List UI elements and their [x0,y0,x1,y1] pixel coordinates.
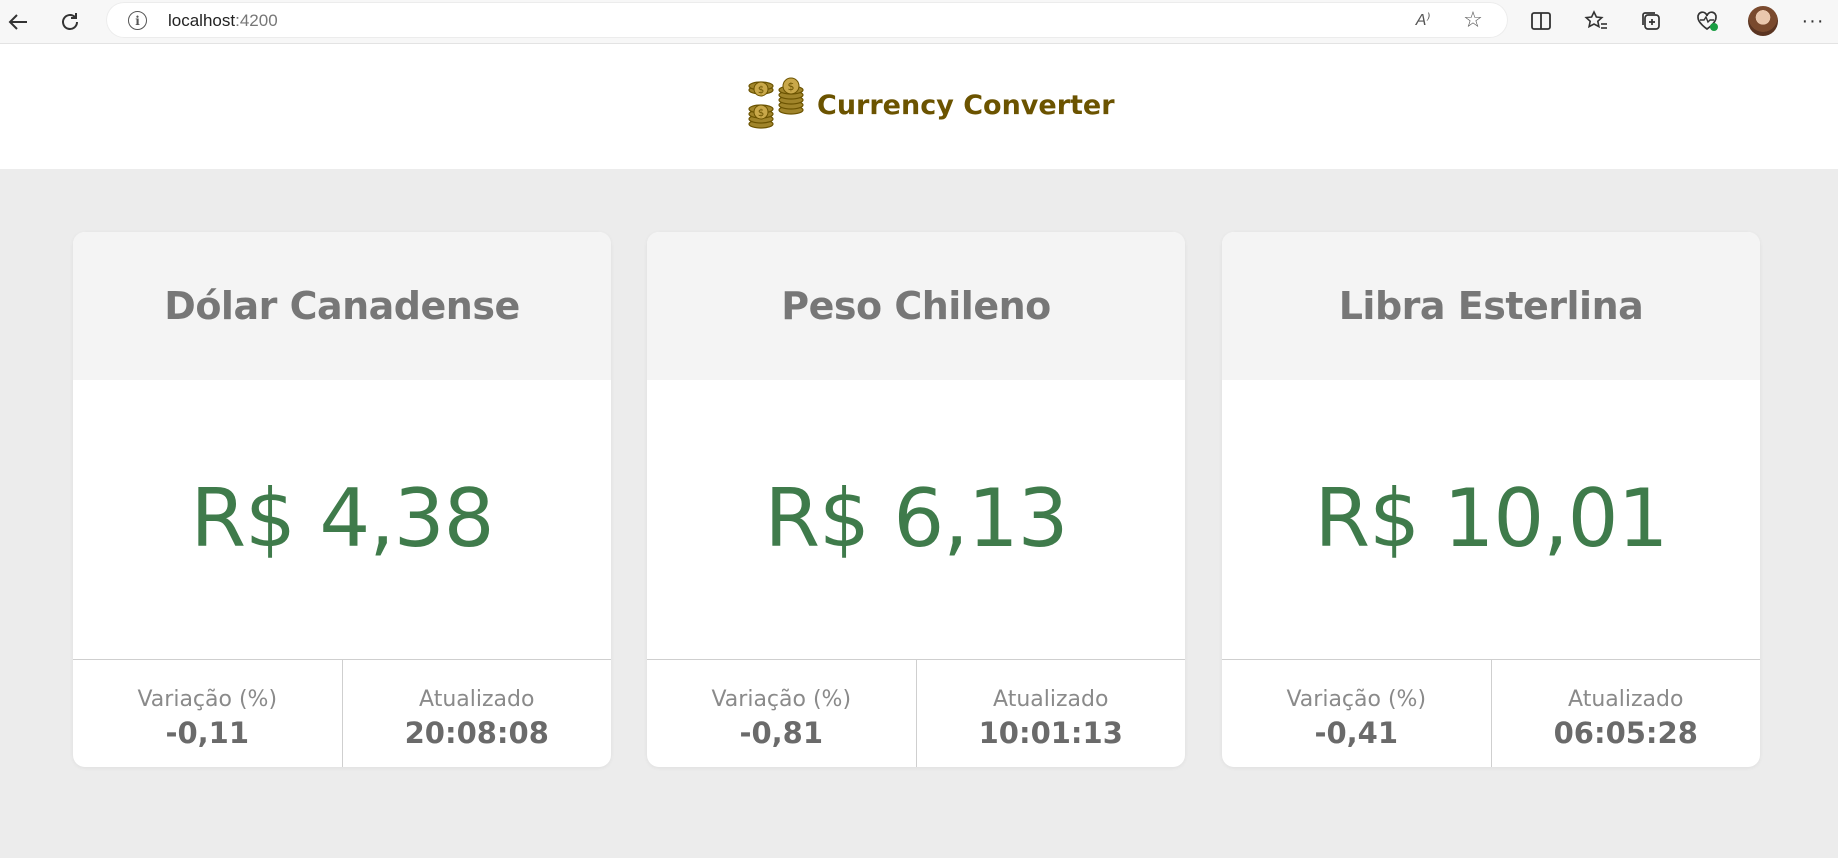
updated-label: Atualizado [993,687,1109,712]
currency-value: R$ 10,01 [1314,472,1669,565]
browser-toolbar: i localhost:4200 A⁾ ☆ ··· [0,0,1838,44]
currency-card-clp: Peso Chileno R$ 6,13 Variação (%) -0,81 … [647,232,1185,767]
currency-name: Libra Esterlina [1338,284,1644,328]
app-title: Currency Converter [817,90,1115,121]
profile-avatar[interactable] [1748,6,1778,36]
favorites-icon[interactable] [1581,6,1611,36]
variation-value: -0,41 [1314,716,1399,750]
updated-time: 10:01:13 [978,716,1123,750]
variation-label: Variação (%) [711,687,852,712]
variation-cell: Variação (%) -0,41 [1222,660,1491,767]
reload-icon [62,13,78,30]
currency-name: Dólar Canadense [164,284,520,328]
updated-cell: Atualizado 06:05:28 [1490,660,1761,767]
card-footer: Variação (%) -0,81 Atualizado 10:01:13 [647,659,1185,767]
more-icon[interactable]: ··· [1798,6,1828,36]
variation-value: -0,81 [739,716,824,750]
coins-icon: $ $ $ [748,77,804,129]
back-button[interactable] [0,4,36,40]
card-header: Libra Esterlina [1222,232,1760,380]
updated-label: Atualizado [419,687,535,712]
updated-cell: Atualizado 20:08:08 [341,660,612,767]
reload-button[interactable] [52,4,88,40]
variation-label: Variação (%) [137,687,278,712]
info-icon[interactable]: i [128,11,147,30]
read-aloud-icon[interactable]: A⁾ [1412,9,1434,31]
card-footer: Variação (%) -0,11 Atualizado 20:08:08 [73,659,611,767]
browser-essentials-icon[interactable] [1692,6,1722,36]
url-text[interactable]: localhost:4200 [168,11,278,31]
variation-cell: Variação (%) -0,81 [647,660,916,767]
updated-time: 20:08:08 [404,716,549,750]
variation-value: -0,11 [165,716,250,750]
currency-card-cad: Dólar Canadense R$ 4,38 Variação (%) -0,… [73,232,611,767]
address-bar[interactable]: i localhost:4200 A⁾ ☆ [106,2,1508,38]
star-icon[interactable]: ☆ [1462,7,1484,32]
variation-cell: Variação (%) -0,11 [73,660,342,767]
svg-text:$: $ [758,108,764,119]
variation-label: Variação (%) [1286,687,1427,712]
collections-icon[interactable] [1636,6,1666,36]
currency-value: R$ 6,13 [764,472,1068,565]
arrow-left-icon [8,14,27,30]
currency-card-gbp: Libra Esterlina R$ 10,01 Variação (%) -0… [1222,232,1760,767]
svg-text:$: $ [788,80,795,93]
split-screen-icon[interactable] [1526,6,1556,36]
card-header: Peso Chileno [647,232,1185,380]
updated-cell: Atualizado 10:01:13 [915,660,1186,767]
svg-text:$: $ [758,85,764,96]
currency-name: Peso Chileno [781,284,1051,328]
currency-value: R$ 4,38 [190,472,494,565]
card-footer: Variação (%) -0,41 Atualizado 06:05:28 [1222,659,1760,767]
updated-label: Atualizado [1568,687,1684,712]
card-header: Dólar Canadense [73,232,611,380]
app-header: $ $ $ Currency Converter [0,44,1838,169]
updated-time: 06:05:28 [1553,716,1698,750]
